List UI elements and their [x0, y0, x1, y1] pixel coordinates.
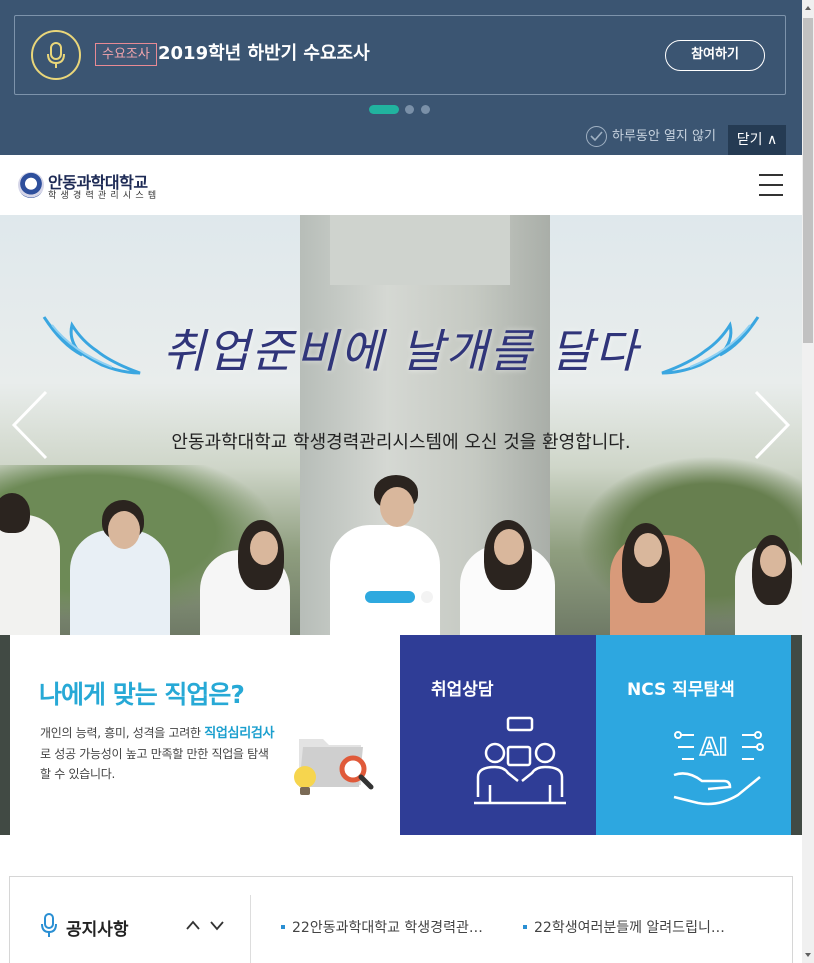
counseling-icon — [474, 716, 566, 805]
scrollbar-thumb[interactable] — [803, 18, 813, 343]
hero-dot-active[interactable] — [365, 591, 415, 603]
quick-menu-row: 나에게 맞는 직업은? 개인의 능력, 흥미, 성격을 고려한 직업심리검사로 … — [0, 635, 802, 835]
scroll-down-arrow-icon[interactable] — [802, 946, 814, 963]
ai-hand-icon: AI — [673, 731, 764, 806]
university-emblem-icon[interactable] — [18, 172, 44, 198]
ncs-job-search-card[interactable]: NCS 직무탐색 AI — [596, 635, 791, 835]
career-test-card[interactable]: 나에게 맞는 직업은? 개인의 능력, 흥미, 성격을 고려한 직업심리검사로 … — [10, 635, 400, 835]
check-icon — [586, 126, 607, 147]
chevron-up-icon[interactable] — [185, 919, 201, 931]
notice-panel: 공지사항 22안동과학대학교 학생경력관… 22학생여러분들께 알려드립니… — [9, 876, 793, 963]
hero-headline: 취업준비에 날개를 달다 — [162, 324, 640, 378]
popup-dot-active[interactable] — [369, 105, 399, 114]
hero-subtitle: 안동과학대학교 학생경력관리시스템에 오신 것을 환영합니다. — [171, 432, 631, 453]
folder-search-icon — [294, 739, 374, 795]
hero-dot[interactable] — [421, 591, 433, 603]
popup-dot[interactable] — [405, 105, 414, 114]
join-survey-button[interactable]: 참여하기 — [665, 40, 765, 71]
popup-dot[interactable] — [421, 105, 430, 114]
microphone-icon — [31, 30, 81, 80]
svg-text:AI: AI — [700, 733, 728, 761]
dont-show-today-label: 하루동안 열지 않기 — [612, 129, 716, 144]
microphone-icon — [41, 913, 57, 937]
survey-tag-badge: 수요조사 — [95, 43, 157, 66]
logo-subtitle: 학생경력관리시스템 — [48, 191, 161, 201]
card-label: 취업상담 — [431, 680, 494, 700]
card-label: NCS 직무탐색 — [627, 680, 735, 700]
scroll-up-arrow-icon[interactable] — [802, 0, 814, 17]
survey-title: 2019학년 하반기 수요조사 — [158, 43, 370, 64]
career-card-title: 나에게 맞는 직업은? — [39, 680, 245, 709]
hamburger-icon[interactable] — [759, 174, 783, 196]
chevron-down-icon[interactable] — [209, 919, 225, 931]
divider — [250, 895, 251, 963]
notice-list-item[interactable]: 22안동과학대학교 학생경력관… — [281, 917, 483, 937]
page: 수요조사 2019학년 하반기 수요조사 참여하기 하루동안 열지 않기 닫기 … — [0, 0, 814, 963]
chevron-right-icon[interactable] — [750, 390, 794, 460]
chevron-left-icon[interactable] — [8, 390, 52, 460]
monument-image — [330, 215, 510, 285]
survey-box: 수요조사 2019학년 하반기 수요조사 참여하기 — [14, 15, 786, 95]
students-photo — [0, 475, 802, 635]
notice-list-item[interactable]: 22학생여러분들께 알려드립니… — [523, 917, 725, 937]
career-card-description: 개인의 능력, 흥미, 성격을 고려한 직업심리검사로 성공 가능성이 높고 만… — [40, 726, 275, 781]
notice-title: 공지사항 — [66, 920, 129, 940]
site-header: 안동과학대학교 학생경력관리시스템 — [0, 155, 802, 215]
popup-close-button[interactable]: 닫기 ∧ — [728, 125, 786, 155]
survey-popup: 수요조사 2019학년 하반기 수요조사 참여하기 하루동안 열지 않기 닫기 … — [0, 0, 802, 155]
career-counseling-card[interactable]: 취업상담 — [400, 635, 596, 835]
hero-banner: 취업준비에 날개를 달다 안동과학대학교 학생경력관리시스템에 오신 것을 환영… — [0, 215, 802, 635]
